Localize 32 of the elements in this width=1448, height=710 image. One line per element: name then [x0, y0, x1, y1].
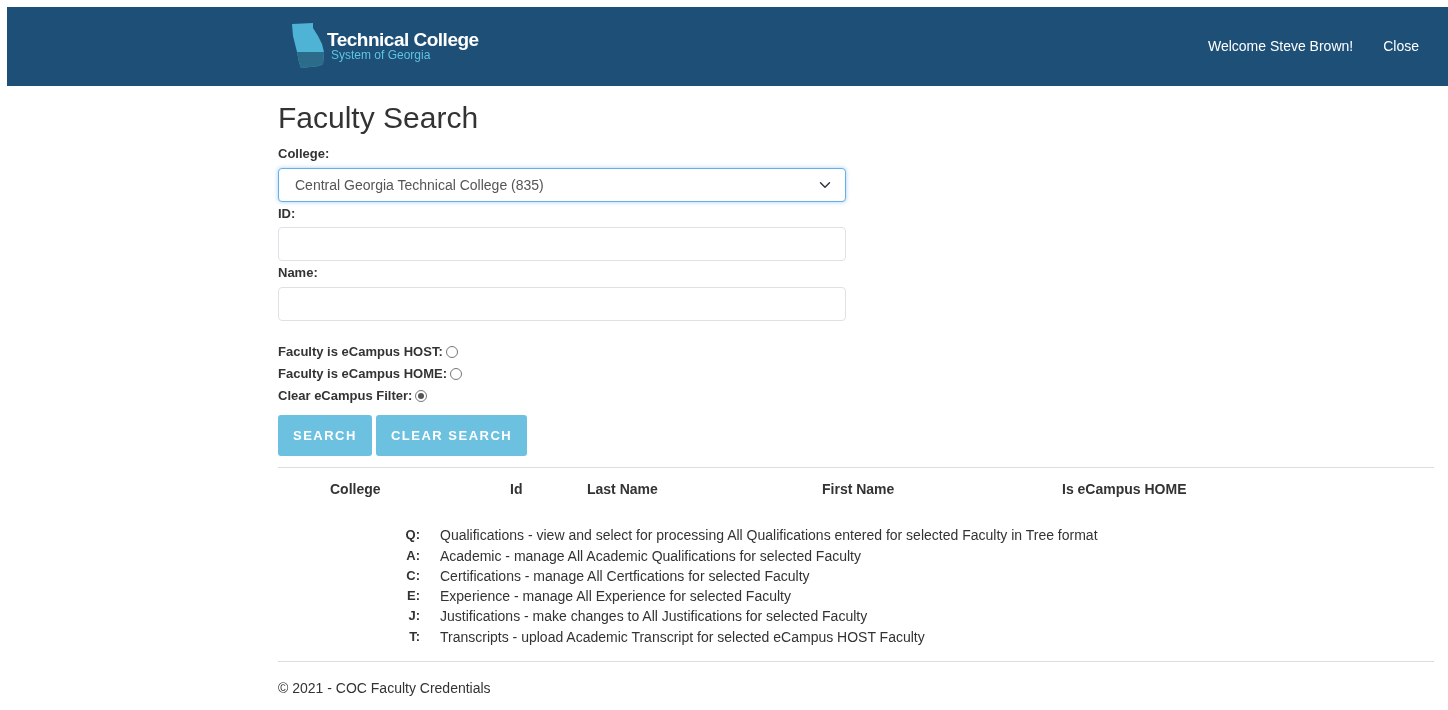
logo-subtitle: System of Georgia: [330, 49, 431, 63]
page-title: Faculty Search: [278, 100, 480, 136]
field-label: College:: [278, 146, 331, 162]
legend-text: Certifications - manage All Certfications for selected Faculty: [440, 566, 810, 586]
column-header: Id: [510, 480, 523, 500]
logo-title: Technical College: [327, 30, 479, 50]
input-field[interactable]: [278, 286, 846, 321]
legend-text: Justifications - make changes to All Justifications for selected Faculty: [440, 607, 868, 627]
legend-key: A:: [406, 547, 420, 563]
close-link[interactable]: Close: [1383, 36, 1419, 57]
column-header: Is eCampus HOME: [1062, 480, 1187, 500]
input-field[interactable]: [278, 227, 846, 262]
filter-label: Faculty is eCampus HOST:: [278, 343, 443, 362]
college-select[interactable]: Central Georgia Technical College (835): [278, 167, 846, 202]
field-label: ID:: [278, 205, 297, 222]
filter-label: Faculty is eCampus HOME:: [278, 365, 448, 384]
filter-label: Clear eCampus Filter:: [278, 387, 413, 406]
legend-key: E:: [407, 588, 420, 604]
legend-key: J:: [408, 608, 420, 624]
column-header: First Name: [822, 480, 895, 500]
legend-text: Experience - manage All Experience for selected Faculty: [440, 587, 791, 607]
legend-text: Qualifications - view and select for processing All Qualifications entered for selected Faculty in Tree format: [440, 526, 1098, 546]
legend-key: T:: [409, 628, 420, 644]
column-header: College: [330, 480, 381, 500]
welcome-text: Welcome Steve Brown!: [1207, 37, 1354, 56]
field-label: Name:: [278, 265, 319, 281]
legend-key: Q:: [405, 527, 420, 543]
legend-key: C:: [406, 567, 420, 583]
copyright-text: © 2021 - COC Faculty Credentials: [278, 680, 491, 697]
column-header: Last Name: [587, 480, 658, 500]
legend-text: Transcripts - upload Academic Transcript for selected eCampus HOST Faculty: [440, 627, 925, 647]
legend-text: Academic - manage All Academic Qualifications for selected Faculty: [440, 546, 861, 566]
